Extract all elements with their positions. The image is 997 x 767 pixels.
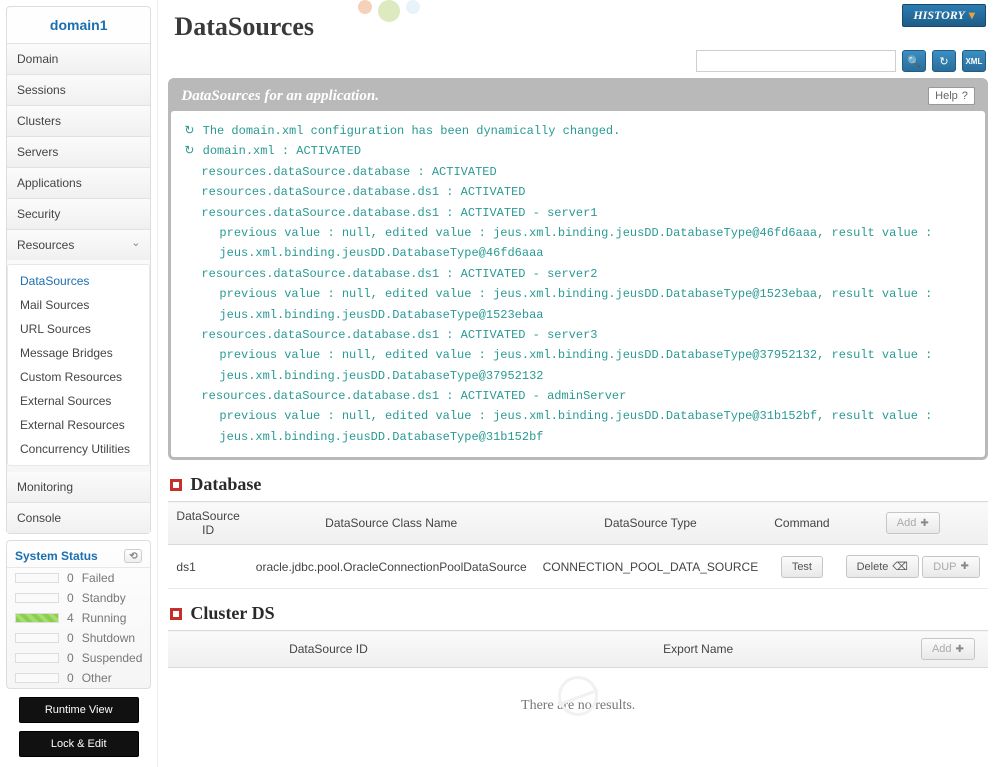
col-header: Command [766, 502, 837, 545]
lock-edit-button[interactable]: Lock & Edit [19, 731, 139, 757]
log-line: resources.dataSource.database.ds1 : ACTI… [183, 325, 973, 345]
status-bar [15, 573, 59, 583]
status-row: 0Shutdown [7, 628, 150, 648]
resources-submenu: DataSourcesMail SourcesURL SourcesMessag… [7, 264, 150, 466]
col-header: DataSource Type [535, 502, 767, 545]
sidebar: domain1 DomainSessionsClustersServersApp… [0, 0, 158, 767]
reload-icon[interactable]: ↻ [932, 50, 956, 72]
runtime-view-button[interactable]: Runtime View [19, 697, 139, 723]
ds-class: oracle.jdbc.pool.OracleConnectionPoolDat… [248, 545, 535, 589]
log-line: resources.dataSource.database.ds1 : ACTI… [183, 182, 973, 202]
cluster-table: DataSource IDExport Name Add ✚ [168, 630, 988, 668]
col-header: Export Name [488, 631, 908, 668]
sidebar-subitem[interactable]: Mail Sources [8, 293, 149, 317]
history-container: HISTORY▾ [902, 4, 986, 27]
square-icon [170, 479, 182, 491]
log-line: previous value : null, edited value : je… [183, 284, 973, 325]
dup-button[interactable]: DUP ✚ [922, 556, 980, 578]
refresh-icon[interactable]: ⟲ [124, 549, 142, 563]
status-bar [15, 653, 59, 663]
delete-button[interactable]: Delete ⌫ [846, 555, 919, 578]
sidebar-item-applications[interactable]: Applications [7, 167, 150, 198]
xml-export-icon[interactable]: XML [962, 50, 986, 72]
database-section-head: Database [170, 474, 988, 495]
col-header: DataSource Class Name [248, 502, 535, 545]
table-row: ds1oracle.jdbc.pool.OracleConnectionPool… [168, 545, 988, 589]
status-row: 0Other [7, 668, 150, 688]
plus-icon: ✚ [956, 644, 964, 655]
ds-type: CONNECTION_POOL_DATA_SOURCE [535, 545, 767, 589]
sidebar-subitem[interactable]: Concurrency Utilities [8, 437, 149, 461]
search-input[interactable] [696, 50, 896, 72]
delete-icon: ⌫ [892, 560, 908, 573]
col-header: Add ✚ [838, 502, 988, 545]
sidebar-item-domain[interactable]: Domain [7, 44, 150, 74]
log-line: ↻ domain.xml : ACTIVATED [183, 141, 973, 161]
main: HISTORY▾ DataSources 🔍 ↻ XML DataSources… [158, 0, 997, 767]
sidebar-subitem[interactable]: External Resources [8, 413, 149, 437]
add-button[interactable]: Add ✚ [921, 638, 975, 660]
log-line: resources.dataSource.database.ds1 : ACTI… [183, 386, 973, 406]
log-body: ↻ The domain.xml configuration has been … [171, 111, 985, 457]
system-status-title: System Status [15, 549, 98, 563]
sidebar-item-servers[interactable]: Servers [7, 136, 150, 167]
log-line: previous value : null, edited value : je… [183, 406, 973, 447]
toolbar: 🔍 ↻ XML [168, 50, 988, 72]
system-status-panel: System Status ⟲ 0Failed0Standby4Running0… [6, 540, 151, 689]
ds-id[interactable]: ds1 [168, 545, 247, 589]
log-line: resources.dataSource.database.ds1 : ACTI… [183, 203, 973, 223]
message-panel: DataSources for an application. Help? ↻ … [168, 78, 988, 460]
status-bar [15, 633, 59, 643]
sidebar-item-clusters[interactable]: Clusters [7, 105, 150, 136]
domain-title[interactable]: domain1 [7, 7, 150, 44]
database-table: DataSource IDDataSource Class NameDataSo… [168, 501, 988, 589]
ds-command: Test [766, 545, 837, 589]
sidebar-item-monitoring[interactable]: Monitoring [7, 472, 150, 502]
status-bar [15, 673, 59, 683]
sidebar-subitem[interactable]: Custom Resources [8, 365, 149, 389]
col-header: DataSource ID [168, 631, 488, 668]
sidebar-panel-top: domain1 DomainSessionsClustersServersApp… [6, 6, 151, 534]
search-icon[interactable]: 🔍 [902, 50, 926, 72]
sidebar-item-console[interactable]: Console [7, 502, 150, 533]
sidebar-item-security[interactable]: Security [7, 198, 150, 229]
plus-icon: ✚ [920, 518, 928, 529]
question-icon: ? [962, 90, 968, 102]
sidebar-subitem[interactable]: DataSources [8, 269, 149, 293]
status-row: 4Running [7, 608, 150, 628]
decorative-dots [358, 0, 420, 22]
help-button[interactable]: Help? [928, 87, 975, 105]
sidebar-item-resources[interactable]: Resources [7, 229, 150, 260]
log-line: ↻ The domain.xml configuration has been … [183, 121, 973, 141]
reload-icon: ↻ [183, 141, 195, 161]
status-bar [15, 593, 59, 603]
reload-icon: ↻ [183, 121, 195, 141]
plus-icon: ✚ [961, 561, 969, 572]
add-button[interactable]: Add ✚ [886, 512, 940, 534]
cluster-section-head: Cluster DS [170, 603, 988, 624]
status-row: 0Suspended [7, 648, 150, 668]
status-row: 0Failed [7, 568, 150, 588]
status-bar [15, 613, 59, 623]
square-icon [170, 608, 182, 620]
col-header: DataSource ID [168, 502, 247, 545]
test-button[interactable]: Test [781, 556, 823, 578]
log-line: previous value : null, edited value : je… [183, 345, 973, 386]
page-title: DataSources [168, 6, 988, 50]
sidebar-item-sessions[interactable]: Sessions [7, 74, 150, 105]
history-button[interactable]: HISTORY▾ [902, 4, 986, 27]
status-row: 0Standby [7, 588, 150, 608]
sidebar-subitem[interactable]: External Sources [8, 389, 149, 413]
cluster-empty: There are no results. [168, 668, 988, 744]
sidebar-subitem[interactable]: Message Bridges [8, 341, 149, 365]
sidebar-subitem[interactable]: URL Sources [8, 317, 149, 341]
log-line: resources.dataSource.database.ds1 : ACTI… [183, 264, 973, 284]
log-line: previous value : null, edited value : je… [183, 223, 973, 264]
panel-title: DataSources for an application. [181, 88, 379, 105]
col-header: Add ✚ [908, 631, 988, 668]
log-line: resources.dataSource.database : ACTIVATE… [183, 162, 973, 182]
chevron-down-icon: ▾ [969, 8, 975, 23]
